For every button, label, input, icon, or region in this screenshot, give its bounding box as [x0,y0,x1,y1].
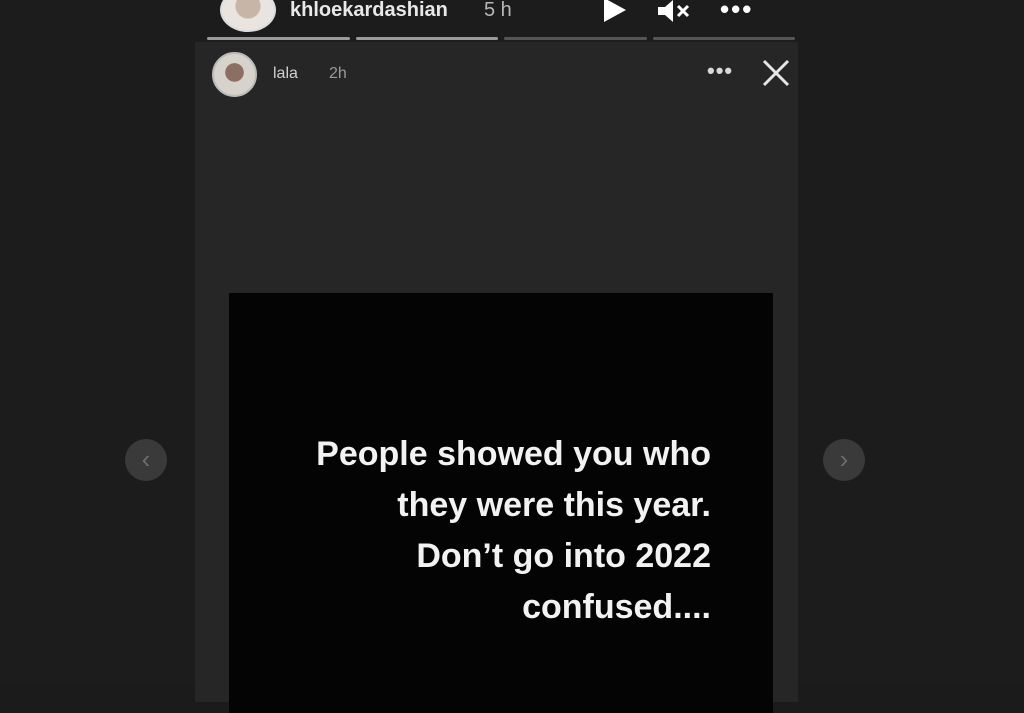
story-viewer: khloekardashian 5 h ••• lala 2h ••• Peop… [0,0,1024,713]
mute-icon[interactable] [656,0,692,24]
outer-username[interactable]: khloekardashian [290,0,448,22]
quote-line: confused.... [522,588,711,626]
progress-segment [504,37,647,40]
close-icon[interactable] [761,58,791,88]
quote-line: Don’t go into 2022 [416,537,711,575]
avatar[interactable] [220,0,276,32]
quote-line: they were this year. [397,486,711,524]
progress-segment [355,37,498,40]
quote-line: People showed you who [316,435,711,473]
more-icon[interactable]: ••• [720,0,753,25]
quote-text: People showed you who they were this yea… [251,429,711,633]
outer-story-header: khloekardashian 5 h ••• [220,0,780,32]
outer-timestamp: 5 h [484,0,512,21]
previous-story-button[interactable]: ‹ [125,439,167,481]
inner-avatar[interactable] [212,52,257,97]
story-progress-bar [207,37,795,40]
inner-username[interactable]: lala [273,65,298,83]
story-card: lala 2h ••• People showed you who they w… [195,42,798,713]
more-options-icon[interactable]: ••• [707,58,733,84]
quote-image: People showed you who they were this yea… [229,293,773,713]
next-story-button[interactable]: › [823,439,865,481]
progress-segment [207,37,350,40]
play-icon[interactable] [604,0,626,22]
progress-segment [652,37,795,40]
inner-timestamp: 2h [329,65,347,82]
